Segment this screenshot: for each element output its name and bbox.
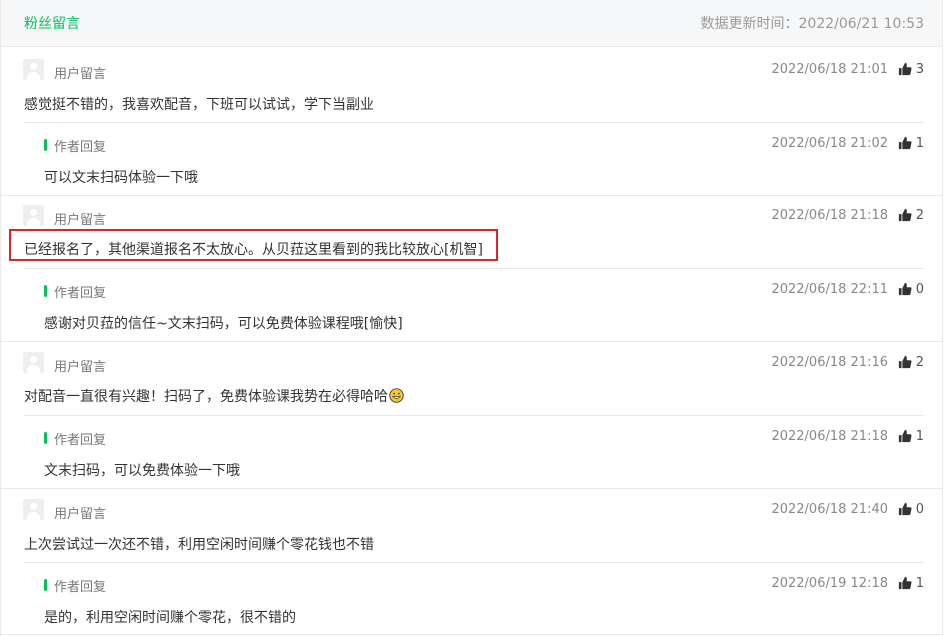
divider <box>24 562 924 563</box>
reply-meta: 作者回复 2022/06/18 22:11 0 <box>1 279 942 303</box>
like-count: 0 <box>915 282 924 297</box>
comment-type-label: 用户留言 <box>54 360 107 375</box>
thumbs-up-icon[interactable] <box>898 136 912 150</box>
reply-time: 2022/06/19 12:18 <box>771 576 888 591</box>
panel-title: 粉丝留言 <box>24 16 80 32</box>
like-count: 1 <box>915 136 924 151</box>
comment-text: 对配音一直很有兴趣！扫码了，免费体验课我势在必得哈哈 <box>24 389 388 405</box>
comment-time: 2022/06/18 21:16 <box>771 355 888 370</box>
reply-indicator <box>44 432 47 444</box>
like-count: 0 <box>915 502 924 517</box>
like-count: 1 <box>915 429 924 444</box>
thread-divider <box>1 195 942 196</box>
reply-type-label: 作者回复 <box>54 433 107 448</box>
reply-text: 可以文末扫码体验一下哦 <box>44 170 198 186</box>
reply-type-label: 作者回复 <box>54 580 107 595</box>
comment-time: 2022/06/18 21:01 <box>771 62 888 77</box>
comment-time: 2022/06/18 21:40 <box>771 502 888 517</box>
default-avatar-icon <box>23 59 44 80</box>
comment-time: 2022/06/18 21:18 <box>771 208 888 223</box>
thumbs-up-icon[interactable] <box>898 355 912 369</box>
comment-type-label: 用户留言 <box>54 507 107 522</box>
reply-type-label: 作者回复 <box>54 286 107 301</box>
thread-divider <box>1 634 942 635</box>
reply-time: 2022/06/18 21:02 <box>771 136 888 151</box>
divider <box>24 268 924 269</box>
reply-meta: 作者回复 2022/06/19 12:18 1 <box>1 573 942 597</box>
reply-time: 2022/06/18 21:18 <box>771 429 888 444</box>
default-avatar-icon <box>23 205 44 226</box>
comment-meta: 用户留言 2022/06/18 21:40 0 <box>1 499 942 523</box>
default-avatar-icon <box>23 499 44 520</box>
comment-meta: 用户留言 2022/06/18 21:01 3 <box>1 59 942 83</box>
fan-comments-panel: 粉丝留言 数据更新时间：2022/06/21 10:53 用户留言 2022/0… <box>0 0 943 636</box>
reply-text: 是的，利用空闲时间赚个零花，很不错的 <box>44 610 296 626</box>
reply-meta: 作者回复 2022/06/18 21:18 1 <box>1 426 942 450</box>
comment-text: 感觉挺不错的，我喜欢配音，下班可以试试，学下当副业 <box>24 97 374 113</box>
comment-text: 已经报名了，其他渠道报名不太放心。从贝菈这里看到的我比较放心[机智] <box>24 242 483 258</box>
like-count: 2 <box>915 208 924 223</box>
divider <box>24 122 924 123</box>
thread-divider <box>1 341 942 342</box>
comment-meta: 用户留言 2022/06/18 21:18 2 <box>1 205 942 229</box>
reply-meta: 作者回复 2022/06/18 21:02 1 <box>1 133 942 157</box>
reply-indicator <box>44 285 47 297</box>
like-count: 1 <box>915 576 924 591</box>
reply-text: 感谢对贝菈的信任~文末扫码，可以免费体验课程哦[愉快] <box>44 316 403 332</box>
thumbs-up-icon[interactable] <box>898 429 912 443</box>
comment-text: 上次尝试过一次还不错，利用空闲时间赚个零花钱也不错 <box>24 537 374 553</box>
thumbs-up-icon[interactable] <box>898 62 912 76</box>
panel-header: 粉丝留言 数据更新时间：2022/06/21 10:53 <box>1 0 942 47</box>
reply-indicator <box>44 579 47 591</box>
reply-indicator <box>44 139 47 151</box>
like-count: 3 <box>915 62 924 77</box>
like-count: 2 <box>915 355 924 370</box>
data-updated-time: 数据更新时间：2022/06/21 10:53 <box>700 16 925 32</box>
comment-meta: 用户留言 2022/06/18 21:16 2 <box>1 352 942 376</box>
default-avatar-icon <box>23 352 44 373</box>
thumbs-up-icon[interactable] <box>898 502 912 516</box>
reply-type-label: 作者回复 <box>54 140 107 155</box>
comment-type-label: 用户留言 <box>54 213 107 228</box>
grinning-emoji-icon <box>389 388 404 403</box>
comment-type-label: 用户留言 <box>54 67 107 82</box>
divider <box>24 415 924 416</box>
thread-divider <box>1 488 942 489</box>
thumbs-up-icon[interactable] <box>898 208 912 222</box>
thumbs-up-icon[interactable] <box>898 576 912 590</box>
reply-text: 文末扫码，可以免费体验一下哦 <box>44 463 240 479</box>
reply-time: 2022/06/18 22:11 <box>771 282 888 297</box>
thumbs-up-icon[interactable] <box>898 282 912 296</box>
comment-text-line: 对配音一直很有兴趣！扫码了，免费体验课我势在必得哈哈 <box>24 386 404 406</box>
